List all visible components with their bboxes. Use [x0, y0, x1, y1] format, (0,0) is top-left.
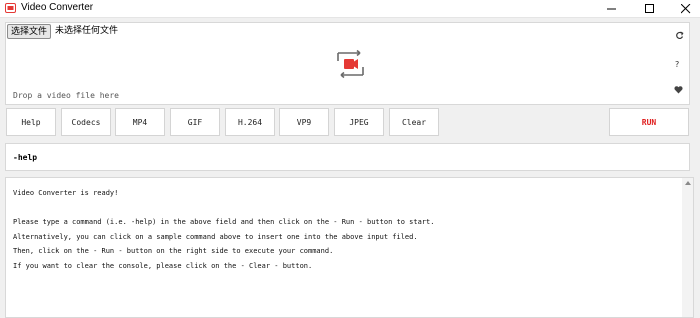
- console-scrollbar[interactable]: [682, 178, 693, 317]
- scroll-up-arrow-icon[interactable]: [685, 181, 691, 185]
- vp9-command-button[interactable]: VP9: [279, 108, 329, 136]
- command-input[interactable]: [5, 143, 690, 171]
- convert-icon: [337, 49, 364, 79]
- drop-hint: Drop a video file here: [13, 91, 119, 100]
- maximize-button[interactable]: [636, 0, 664, 17]
- jpeg-command-button[interactable]: JPEG: [334, 108, 384, 136]
- close-icon: [681, 4, 691, 14]
- heart-icon[interactable]: [674, 86, 683, 97]
- close-button[interactable]: [672, 0, 700, 17]
- minimize-icon: [607, 8, 616, 10]
- mp4-command-button[interactable]: MP4: [115, 108, 165, 136]
- codecs-command-button[interactable]: Codecs: [61, 108, 111, 136]
- console-output[interactable]: Video Converter is ready! Please type a …: [5, 177, 694, 318]
- window-title: Video Converter: [21, 2, 94, 13]
- help-command-button[interactable]: Help: [6, 108, 56, 136]
- h264-command-button[interactable]: H.264: [225, 108, 275, 136]
- refresh-icon[interactable]: [675, 31, 684, 43]
- console-text: Video Converter is ready! Please type a …: [13, 189, 435, 270]
- clear-command-button[interactable]: Clear: [389, 108, 439, 136]
- file-status: 未选择任何文件: [55, 26, 119, 36]
- minimize-button[interactable]: [598, 0, 626, 17]
- run-button[interactable]: RUN: [609, 108, 689, 136]
- maximize-icon: [645, 4, 654, 13]
- refresh-glyph-icon: [676, 31, 684, 39]
- choose-file-button[interactable]: 选择文件: [7, 24, 51, 39]
- gif-command-button[interactable]: GIF: [170, 108, 220, 136]
- title-bar: Video Converter: [0, 0, 700, 18]
- app-icon: [5, 3, 16, 13]
- heart-glyph-icon: [674, 86, 683, 94]
- drop-zone[interactable]: 选择文件 未选择任何文件 Drop a video file here ?: [5, 22, 690, 105]
- help-icon[interactable]: ?: [675, 60, 679, 70]
